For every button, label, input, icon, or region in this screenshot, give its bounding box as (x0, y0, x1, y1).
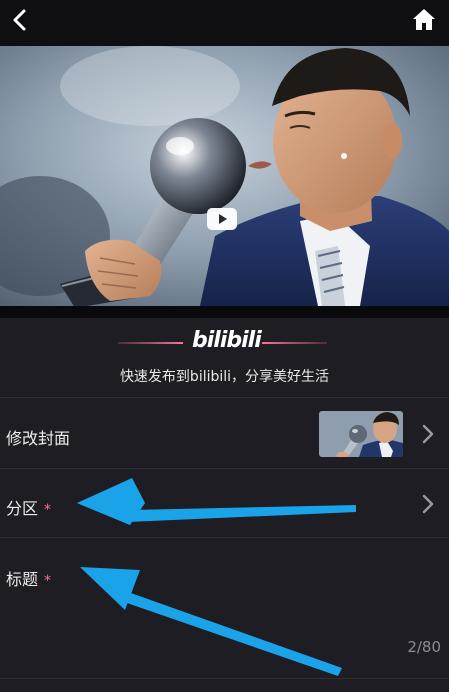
chevron-left-icon (13, 9, 26, 31)
back-button[interactable] (6, 6, 36, 36)
upload-screen: bilibili 快速发布到bilibili，分享美好生活 修改封面 分区 * … (0, 0, 449, 692)
divider (0, 678, 449, 679)
chevron-right-icon (422, 424, 434, 444)
play-glyph (207, 208, 237, 230)
title-char-counter: 2/80 (407, 638, 441, 656)
video-preview[interactable] (0, 46, 449, 306)
chevron-right-icon (422, 494, 434, 514)
play-icon[interactable] (207, 208, 237, 230)
cover-image (319, 411, 403, 457)
bilibili-logo: bilibili (192, 328, 262, 353)
zone-label-text: 分区 (6, 499, 39, 518)
cover-thumbnail[interactable] (319, 411, 403, 457)
home-icon (413, 9, 435, 30)
required-mark: * (44, 573, 52, 589)
slogan-text: 快速发布到bilibili，分享美好生活 (119, 369, 330, 385)
title-label-text: 标题 (6, 570, 39, 589)
required-mark: * (44, 502, 52, 518)
edit-cover-row[interactable]: 修改封面 (0, 398, 449, 468)
brand-divider-right (262, 342, 327, 344)
zone-label: 分区 * (6, 495, 51, 519)
zone-row[interactable]: 分区 * (0, 469, 449, 537)
home-button[interactable] (409, 5, 439, 35)
video-bottom-bar (0, 306, 449, 318)
brand-header: bilibili (0, 326, 449, 360)
title-field[interactable]: 标题 * 2/80 (0, 538, 449, 678)
video-frame (0, 46, 449, 306)
brand-divider-left (118, 342, 183, 344)
edit-cover-label: 修改封面 (6, 429, 71, 448)
top-bar (0, 0, 449, 46)
title-label: 标题 * (6, 566, 51, 590)
